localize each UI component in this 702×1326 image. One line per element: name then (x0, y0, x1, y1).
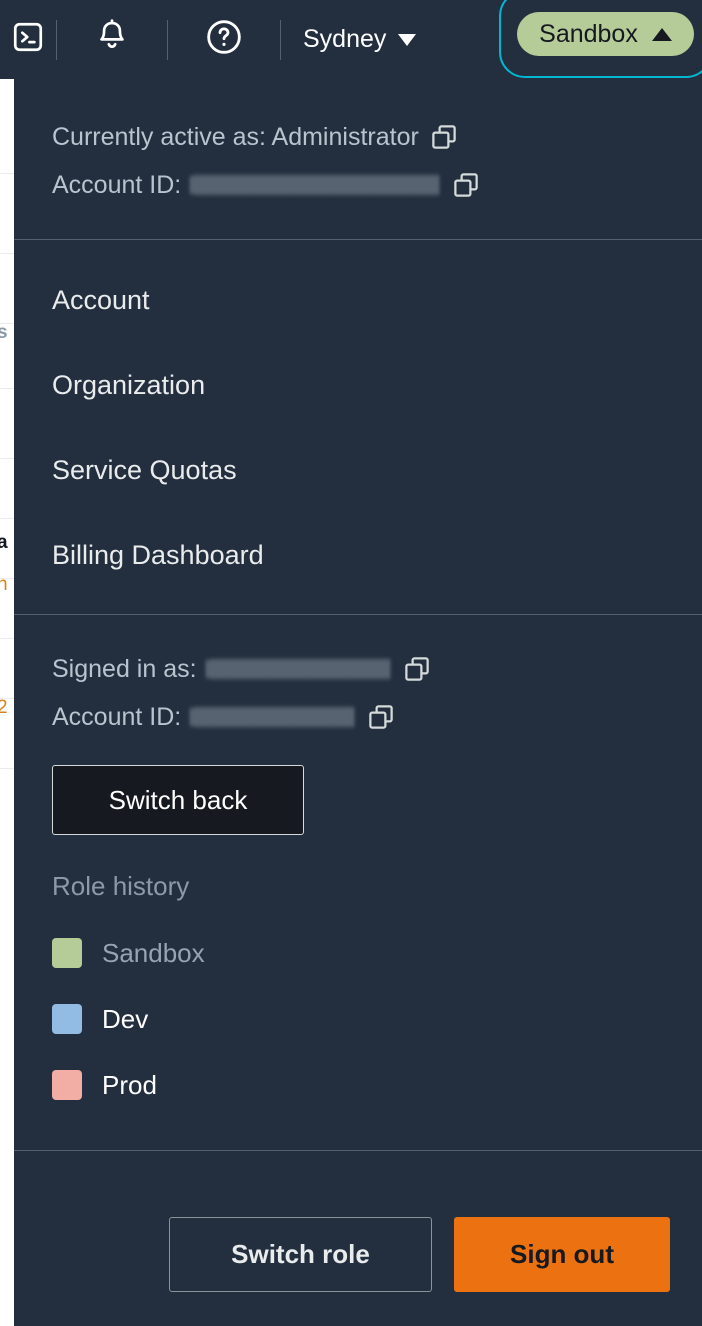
copy-icon[interactable] (429, 122, 459, 152)
switch-role-label: Switch role (231, 1239, 370, 1269)
screen: s a n 2 Sydney Sandbox Currently active as:… (0, 0, 702, 1326)
signed-in-account-id-value (191, 707, 357, 727)
background-text-fragment: n (0, 575, 8, 594)
role-label: Dev (102, 1003, 149, 1034)
signed-in-account-id-row: Account ID: (52, 693, 664, 741)
menu-item-account[interactable]: Account (14, 258, 702, 343)
menu-item-service-quotas[interactable]: Service Quotas (14, 428, 702, 513)
role-color-swatch (52, 1070, 82, 1100)
sign-out-label: Sign out (510, 1239, 614, 1269)
role-history-item-sandbox[interactable]: Sandbox (52, 920, 664, 986)
dropdown-footer: Switch role Sign out (14, 1183, 702, 1326)
account-menu-button[interactable]: Sandbox (517, 12, 694, 56)
account-menu-focus-ring: Sandbox (499, 0, 702, 78)
active-account-id-value (191, 175, 442, 195)
copy-icon[interactable] (451, 170, 481, 200)
role-label: Sandbox (102, 937, 205, 968)
region-label: Sydney (303, 25, 387, 53)
active-account-id-label: Account ID: (52, 170, 182, 199)
background-text-fragment: s (0, 323, 8, 342)
question-circle-icon (204, 17, 244, 62)
menu-item-label: Billing Dashboard (52, 540, 264, 570)
signed-in-value (206, 659, 392, 679)
menu-item-label: Organization (52, 370, 206, 400)
sign-out-button[interactable]: Sign out (454, 1217, 670, 1292)
switch-back-button[interactable]: Switch back (52, 765, 304, 835)
cloudshell-button[interactable] (0, 0, 56, 79)
copy-icon[interactable] (402, 654, 432, 684)
copy-icon[interactable] (366, 702, 396, 732)
role-history-title: Role history (52, 871, 190, 901)
divider-footer (14, 1150, 702, 1151)
role-history-item-prod[interactable]: Prod (52, 1052, 664, 1118)
signed-in-row: Signed in as: (52, 645, 664, 693)
background-text-fragment: a (0, 533, 8, 552)
signed-in-label: Signed in as: (52, 654, 197, 683)
background-text-fragment: 2 (0, 698, 8, 717)
account-dropdown-panel: Currently active as: Administrator Accou… (14, 79, 702, 1326)
chevron-up-icon (651, 27, 672, 41)
switch-role-button[interactable]: Switch role (169, 1217, 432, 1292)
menu-item-billing-dashboard[interactable]: Billing Dashboard (14, 513, 702, 598)
menu-item-label: Service Quotas (52, 455, 237, 485)
account-chip-label: Sandbox (539, 19, 638, 48)
switch-back-label: Switch back (108, 784, 248, 815)
role-color-swatch (52, 1004, 82, 1034)
terminal-icon (11, 20, 45, 59)
signed-in-block: Signed in as: Account ID: Switch back Ro… (14, 615, 702, 1118)
account-menu-list: Account Organization Service Quotas Bill… (14, 240, 702, 614)
notifications-button[interactable] (57, 0, 167, 79)
menu-item-organization[interactable]: Organization (14, 343, 702, 428)
active-account-id-row: Account ID: (52, 161, 664, 209)
role-history-item-dev[interactable]: Dev (52, 986, 664, 1052)
role-history-list: Sandbox Dev Prod (52, 920, 664, 1118)
bell-icon (93, 18, 131, 61)
region-selector[interactable]: Sydney (281, 0, 438, 79)
currently-active-row: Currently active as: Administrator (52, 113, 664, 161)
role-label: Prod (102, 1069, 157, 1100)
currently-active-label: Currently active as: Administrator (52, 122, 419, 151)
role-color-swatch (52, 938, 82, 968)
menu-item-label: Account (52, 285, 150, 315)
active-identity-block: Currently active as: Administrator Accou… (14, 79, 702, 239)
help-button[interactable] (168, 0, 280, 79)
chevron-down-icon (398, 33, 417, 46)
signed-in-account-id-label: Account ID: (52, 702, 182, 731)
